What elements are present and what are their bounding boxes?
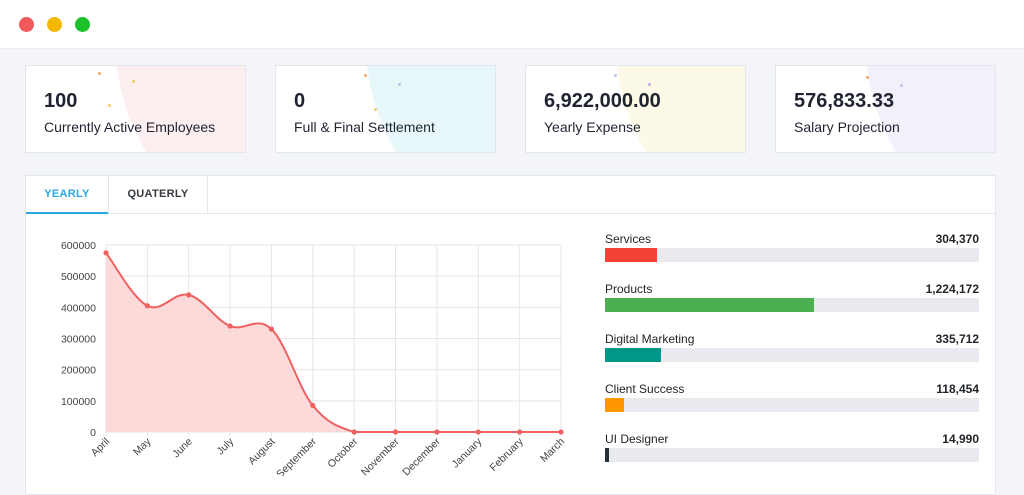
close-window-button[interactable] (19, 17, 34, 32)
progress-track (605, 448, 979, 462)
y-tick-label: 500000 (61, 271, 96, 283)
category-bar-item: Client Success 118,454 (605, 382, 979, 432)
data-point (434, 429, 440, 435)
category-value: 335,712 (935, 332, 979, 346)
category-name: Client Success (605, 382, 685, 396)
category-value: 1,224,172 (925, 282, 979, 296)
stat-label: Full & Final Settlement (294, 119, 435, 135)
x-tick-label: June (170, 436, 195, 461)
data-point (268, 326, 275, 332)
category-value: 14,990 (942, 432, 979, 446)
progress-fill (605, 248, 658, 262)
category-name: UI Designer (605, 432, 669, 446)
sparkle-decoration (98, 72, 101, 75)
sparkle-decoration (398, 83, 401, 86)
x-tick-label: December (400, 435, 443, 476)
stat-label: Salary Projection (794, 119, 900, 135)
data-point (392, 429, 399, 435)
y-tick-label: 100000 (61, 396, 96, 408)
category-name: Digital Marketing (605, 332, 695, 346)
category-bar-item: UI Designer 14,990 (605, 432, 979, 482)
data-point (310, 402, 316, 409)
stat-card-yearly-expense: 6,922,000.00 Yearly Expense (525, 65, 746, 153)
data-point (475, 429, 481, 435)
data-point (558, 429, 564, 435)
x-tick-label: November (359, 435, 402, 476)
stat-card-final-settlement: 0 Full & Final Settlement (275, 65, 496, 153)
stat-label: Currently Active Employees (44, 119, 216, 135)
category-name: Services (605, 232, 652, 246)
progress-track (605, 348, 979, 362)
data-point (186, 292, 192, 298)
sparkle-decoration (132, 80, 135, 83)
area-fill (106, 252, 561, 432)
sparkle-decoration (108, 104, 111, 107)
sparkle-decoration (374, 108, 377, 111)
data-point (227, 323, 233, 329)
x-tick-label: April (89, 436, 112, 459)
x-tick-label: January (449, 435, 484, 470)
y-tick-label: 300000 (61, 334, 96, 346)
x-tick-label: May (131, 435, 154, 458)
progress-fill (605, 398, 624, 412)
data-point (144, 303, 150, 309)
category-bar-item: Products 1,224,172 (605, 282, 979, 332)
y-tick-label: 600000 (61, 240, 96, 252)
y-tick-label: 400000 (61, 302, 96, 314)
stat-value: 6,922,000.00 (544, 90, 661, 112)
data-point (103, 250, 109, 256)
progress-fill (605, 298, 815, 312)
stat-value: 576,833.33 (794, 90, 895, 112)
category-value: 304,370 (935, 232, 979, 246)
stat-value: 0 (294, 90, 306, 112)
sparkle-decoration (900, 84, 903, 87)
data-point (517, 429, 523, 435)
data-point (351, 429, 357, 435)
card-decoration (365, 66, 495, 152)
x-tick-label: October (325, 435, 360, 470)
progress-track (605, 248, 979, 262)
analytics-panel: YEARLY QUATERLY 0 100000 200000 300000 40000… (25, 175, 996, 495)
x-tick-label: February (488, 435, 527, 474)
progress-fill (605, 448, 609, 462)
stat-card-salary-projection: 576,833.33 Salary Projection (775, 65, 996, 153)
x-tick-label: August (246, 436, 278, 468)
x-tick-label: July (215, 435, 237, 457)
window-titlebar (0, 0, 1024, 49)
sparkle-decoration (648, 83, 651, 86)
category-breakdown: Services 304,370 Products 1,224,172 Digital … (605, 232, 979, 482)
sparkle-decoration (614, 74, 617, 77)
x-tick-label: March (538, 436, 567, 465)
progress-track (605, 398, 979, 412)
sparkle-decoration (364, 74, 367, 77)
maximize-window-button[interactable] (75, 17, 90, 32)
stat-label: Yearly Expense (544, 119, 641, 135)
category-name: Products (605, 282, 653, 296)
y-tick-label: 200000 (61, 365, 96, 377)
stat-value: 100 (44, 90, 78, 112)
card-decoration (115, 66, 245, 152)
expense-area-chart: 0 100000 200000 300000 400000 500000 600000 Apr… (61, 240, 567, 476)
y-tick-label: 0 (90, 427, 96, 439)
progress-fill (605, 348, 662, 362)
progress-track (605, 298, 979, 312)
x-tick-label: September (274, 435, 319, 476)
sparkle-decoration (866, 76, 869, 79)
minimize-window-button[interactable] (47, 17, 62, 32)
category-bar-item: Services 304,370 (605, 232, 979, 282)
category-bar-item: Digital Marketing 335,712 (605, 332, 979, 382)
stat-card-active-employees: 100 Currently Active Employees (25, 65, 246, 153)
category-value: 118,454 (936, 382, 979, 396)
